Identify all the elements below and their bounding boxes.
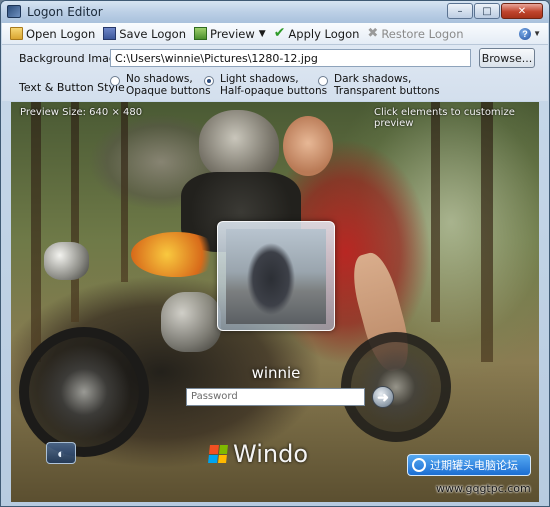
title-bar: Logon Editor – □ ✕ <box>1 1 549 23</box>
wolf-figure <box>199 110 279 180</box>
help-icon[interactable]: ? <box>519 28 531 40</box>
open-logon-label: Open Logon <box>26 26 96 41</box>
radio-circle <box>318 76 328 86</box>
maximize-button[interactable]: □ <box>474 3 500 19</box>
chevron-down-icon: ▼ <box>258 28 266 39</box>
background-path-field[interactable]: C:\Users\winnie\Pictures\1280-12.jpg <box>110 49 471 67</box>
radio-label: Light shadows, Half-opaque buttons <box>220 73 328 97</box>
logon-editor-window: Logon Editor – □ ✕ Open Logon Save Logon… <box>0 0 550 507</box>
logon-preview-area[interactable]: Preview Size: 640 × 480 Click elements t… <box>11 102 539 502</box>
minimize-button[interactable]: – <box>447 3 473 19</box>
close-button[interactable]: ✕ <box>501 3 543 19</box>
tree-trunk <box>71 102 79 322</box>
style-label: Text & Button Style <box>19 81 125 94</box>
motorcycle-front-wheel <box>19 327 149 457</box>
windows-flag-icon <box>208 445 228 463</box>
style-radio-light-shadows[interactable]: Light shadows, Half-opaque buttons <box>204 73 328 97</box>
preview-dropdown-button[interactable]: Preview ▼ <box>190 24 270 44</box>
user-tile[interactable] <box>217 221 335 331</box>
background-image-label: Background Image <box>19 52 123 65</box>
toolbar: Open Logon Save Logon Preview ▼ ✔ Apply … <box>2 23 548 45</box>
radio-circle <box>110 76 120 86</box>
preview-hint-text: Click elements to customize preview <box>374 107 515 129</box>
radio-circle-selected <box>204 76 214 86</box>
apply-logon-button[interactable]: ✔ Apply Logon <box>270 24 364 44</box>
engine-chrome <box>161 292 221 352</box>
save-logon-button[interactable]: Save Logon <box>99 24 190 44</box>
checkmark-icon: ✔ <box>273 25 286 41</box>
windows-branding[interactable]: Windo <box>208 440 308 468</box>
flame-tank-decal <box>131 232 221 277</box>
restore-logon-button[interactable]: ✖ Restore Logon <box>363 24 467 44</box>
forum-watermark: 过期罐头电脑论坛 <box>407 454 531 476</box>
preview-image-icon <box>194 27 207 40</box>
open-logon-button[interactable]: Open Logon <box>6 24 99 44</box>
windows-brand-text: Windo <box>233 440 308 468</box>
tree-trunk <box>121 102 128 282</box>
user-avatar <box>226 229 326 324</box>
apply-logon-label: Apply Logon <box>288 26 360 41</box>
style-radio-no-shadows[interactable]: No shadows, Opaque buttons <box>110 73 211 97</box>
style-radio-dark-shadows[interactable]: Dark shadows, Transparent buttons <box>318 73 440 97</box>
headlight <box>44 242 89 280</box>
password-field[interactable]: Password <box>186 388 365 406</box>
radio-label: Dark shadows, Transparent buttons <box>334 73 440 97</box>
tree-trunk <box>481 102 493 362</box>
browse-button[interactable]: Browse... <box>479 48 535 68</box>
radio-label: No shadows, Opaque buttons <box>126 73 211 97</box>
ease-of-access-button[interactable]: ◐ <box>46 442 76 464</box>
window-title: Logon Editor <box>27 5 103 19</box>
floppy-disk-icon <box>103 27 117 40</box>
motorcycle-rear-wheel <box>341 332 451 442</box>
save-logon-label: Save Logon <box>119 26 186 41</box>
app-icon <box>7 5 21 18</box>
watermark-url: www.gqgtpc.com <box>436 482 531 495</box>
tree-trunk <box>31 102 41 362</box>
ease-of-access-icon: ◐ <box>57 445 65 461</box>
user-name[interactable]: winnie <box>221 364 331 382</box>
preview-size-text: Preview Size: 640 × 480 <box>20 107 143 118</box>
restore-x-icon: ✖ <box>367 26 379 41</box>
tree-trunk <box>431 102 440 322</box>
folder-open-icon <box>10 27 23 40</box>
submit-arrow-button[interactable]: ➜ <box>372 386 394 408</box>
caption-buttons: – □ ✕ <box>446 3 543 19</box>
woman-figure <box>283 116 333 176</box>
restore-logon-label: Restore Logon <box>381 26 464 41</box>
help-chevron-down-icon[interactable]: ▼ <box>533 29 541 38</box>
forum-logo-icon <box>412 458 426 472</box>
options-panel: Background Image C:\Users\winnie\Picture… <box>2 45 548 101</box>
watermark-text: 过期罐头电脑论坛 <box>430 459 518 472</box>
preview-label: Preview <box>210 26 255 41</box>
